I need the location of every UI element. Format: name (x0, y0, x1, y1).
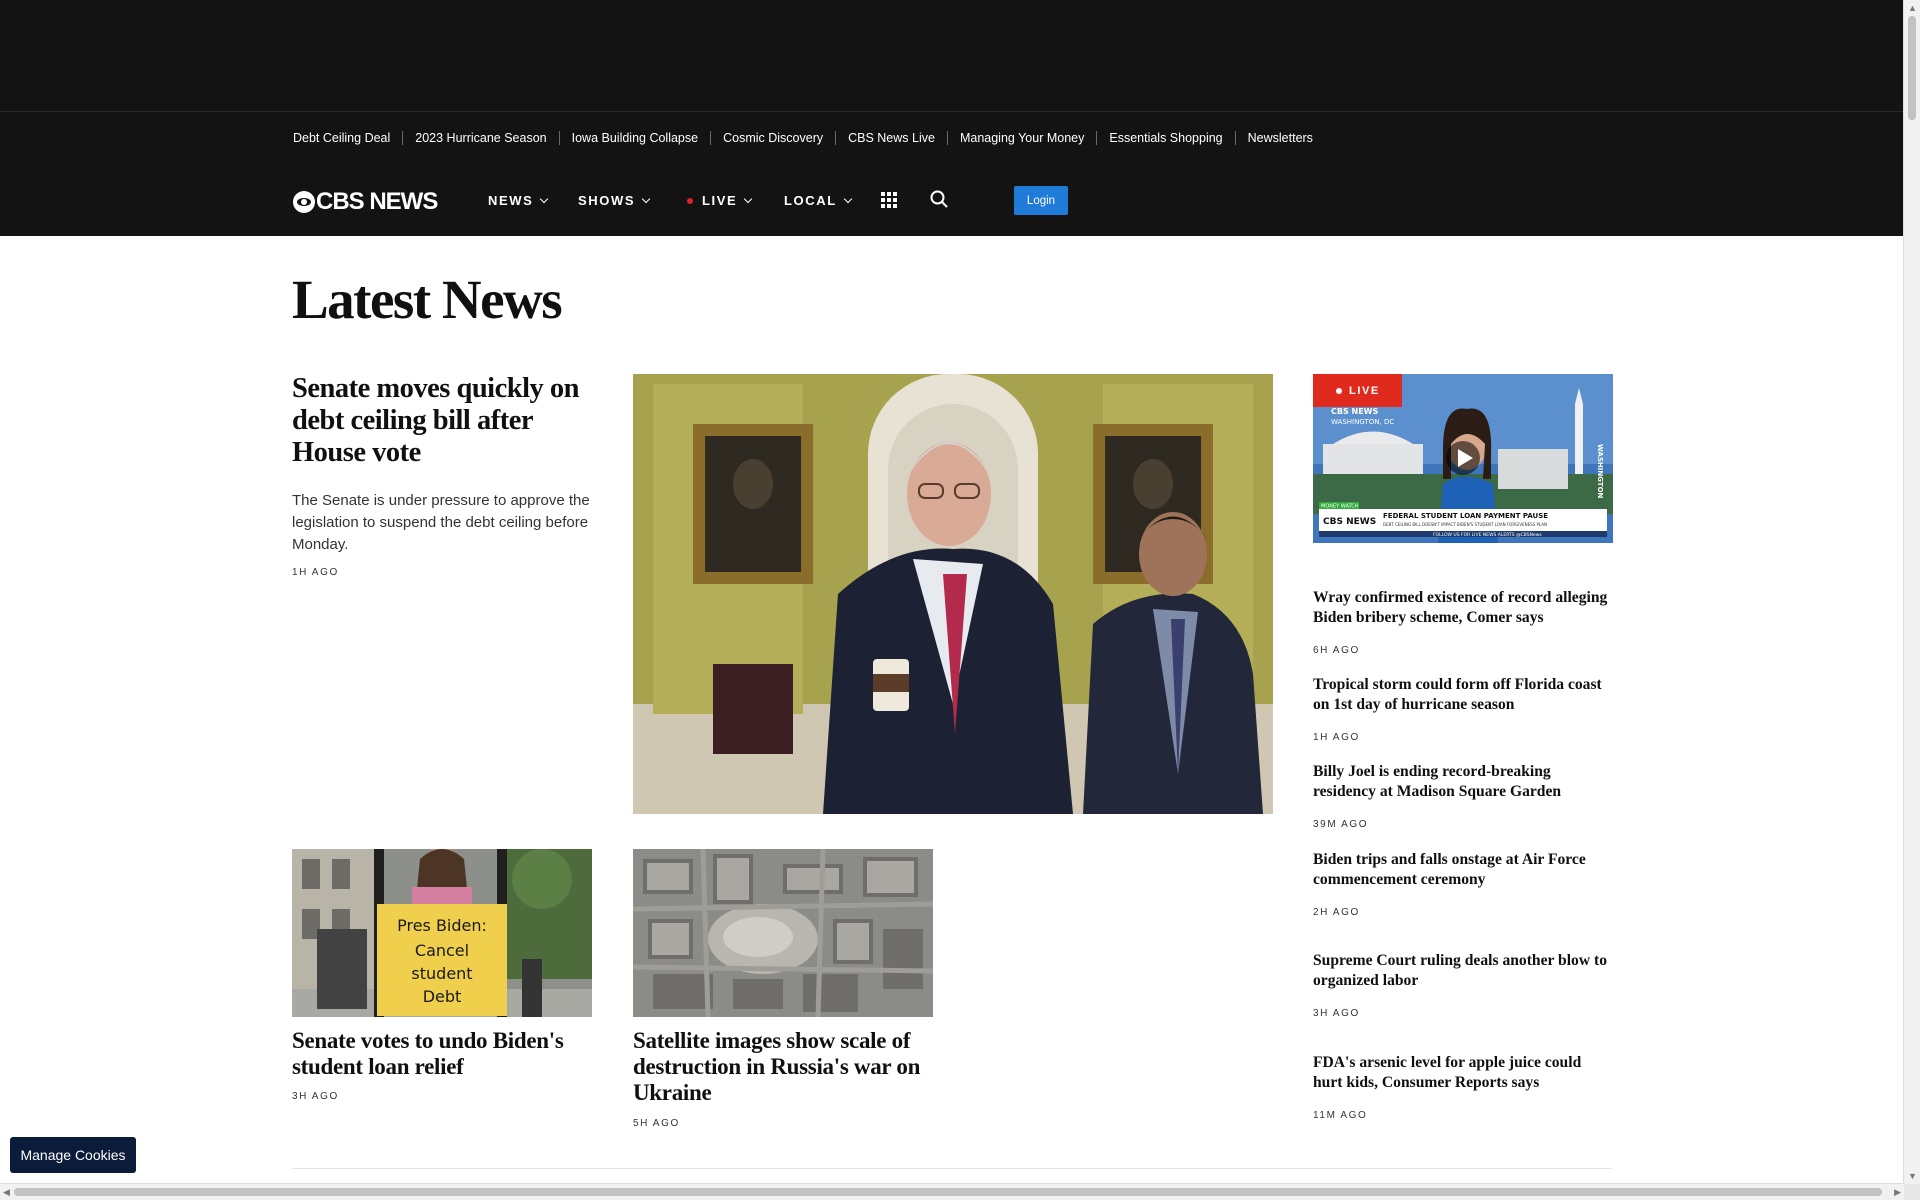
video-side-label: WASHINGTON (1596, 444, 1604, 499)
scroll-down-icon[interactable]: ▼ (1908, 1171, 1917, 1181)
nav-shows[interactable]: SHOWS (578, 193, 651, 208)
card-timestamp: 5H AGO (633, 1118, 680, 1129)
vertical-scrollbar[interactable]: ▲ ▼ (1903, 0, 1920, 1184)
card-headline[interactable]: Satellite images show scale of destructi… (633, 1028, 933, 1106)
trending-link[interactable]: 2023 Hurricane Season (402, 131, 558, 145)
login-button[interactable]: Login (1014, 186, 1068, 215)
lower-third-title: FEDERAL STUDENT LOAN PAYMENT PAUSE (1383, 512, 1548, 520)
ad-banner (0, 0, 1904, 112)
sidebar-headline[interactable]: Billy Joel is ending record-breaking res… (1313, 762, 1613, 802)
live-badge: LIVE (1313, 374, 1402, 407)
sign-line: Pres Biden: (397, 916, 487, 935)
lead-timestamp: 1H AGO (292, 567, 339, 578)
card-headline[interactable]: Senate votes to undo Biden's student loa… (292, 1028, 592, 1080)
sidebar-timestamp: 6H AGO (1313, 645, 1360, 656)
nav-live-label: LIVE (702, 193, 738, 208)
manage-cookies-button[interactable]: Manage Cookies (10, 1137, 136, 1173)
lower-third-logo: CBS NEWS (1323, 517, 1376, 527)
main-nav: CBS NEWS NEWS SHOWS LIVE LOCAL Login (0, 166, 1904, 236)
horizontal-scroll-thumb[interactable] (14, 1188, 1882, 1196)
trending-link[interactable]: CBS News Live (835, 131, 947, 145)
lead-dek: The Senate is under pressure to approve … (292, 492, 590, 553)
video-ticker: FOLLOW US FOR LIVE NEWS ALERTS @CBSNews (1433, 532, 1542, 538)
lead-headline[interactable]: Senate moves quickly on debt ceiling bil… (292, 373, 592, 469)
trending-bar: Debt Ceiling Deal 2023 Hurricane Season … (0, 112, 1904, 166)
sidebar-headline[interactable]: Supreme Court ruling deals another blow … (1313, 951, 1613, 991)
trending-link[interactable]: Managing Your Money (946, 131, 1096, 145)
sidebar-headline[interactable]: Wray confirmed existence of record alleg… (1313, 588, 1613, 628)
sidebar-story[interactable]: Billy Joel is ending record-breaking res… (1313, 762, 1613, 832)
vertical-scroll-thumb[interactable] (1908, 16, 1916, 120)
cbs-eye-icon (293, 191, 315, 213)
nav-news[interactable]: NEWS (488, 193, 549, 208)
live-badge-label: LIVE (1349, 384, 1380, 397)
card-timestamp: 3H AGO (292, 1091, 339, 1102)
sign-line: Cancel (415, 941, 469, 960)
horizontal-scrollbar[interactable]: ◀ ▶ (0, 1183, 1904, 1200)
trending-link[interactable]: Debt Ceiling Deal (293, 131, 402, 145)
chevron-down-icon (744, 194, 753, 203)
live-video-player[interactable]: CBS NEWS WASHINGTON, DC WASHINGTON MONEY… (1313, 374, 1613, 543)
sidebar-timestamp: 2H AGO (1313, 907, 1360, 918)
cbs-news-logo[interactable]: CBS NEWS (293, 188, 438, 216)
nav-shows-label: SHOWS (578, 193, 636, 208)
sidebar-headline[interactable]: Tropical storm could form off Florida co… (1313, 675, 1613, 715)
live-dot-icon (1336, 387, 1342, 394)
sign-line: student (411, 964, 472, 983)
nav-live[interactable]: LIVE (687, 193, 753, 208)
trending-list: Debt Ceiling Deal 2023 Hurricane Season … (293, 131, 1325, 145)
video-location: WASHINGTON, DC (1331, 418, 1394, 426)
sidebar-story[interactable]: Tropical storm could form off Florida co… (1313, 675, 1613, 745)
video-logo: CBS NEWS (1331, 407, 1379, 416)
sidebar-timestamp: 1H AGO (1313, 732, 1360, 743)
card-image-student-loan[interactable]: Pres Biden: Cancel student Debt (292, 849, 592, 1017)
nav-local-label: LOCAL (784, 193, 837, 208)
chevron-down-icon (641, 194, 651, 203)
chevron-down-icon (540, 194, 549, 203)
sidebar-timestamp: 39M AGO (1313, 819, 1369, 830)
chevron-down-icon (843, 194, 853, 203)
lower-third-sub: DEBT CEILING BILL DOESN'T IMPACT BIDEN'S… (1383, 522, 1547, 527)
sidebar-headline[interactable]: Biden trips and falls onstage at Air For… (1313, 850, 1613, 890)
scrollbar-corner (1904, 1184, 1920, 1200)
section-divider (292, 1168, 1612, 1169)
trending-link[interactable]: Newsletters (1234, 131, 1325, 145)
sidebar-story[interactable]: Supreme Court ruling deals another blow … (1313, 951, 1613, 1021)
sign-line: Debt (423, 987, 462, 1006)
page-title: Latest News (292, 269, 563, 330)
lead-image[interactable] (633, 374, 1273, 814)
scroll-up-icon[interactable]: ▲ (1908, 3, 1917, 13)
sidebar-headline[interactable]: FDA's arsenic level for apple juice coul… (1313, 1053, 1613, 1093)
card-image-satellite[interactable] (633, 849, 933, 1017)
search-icon[interactable] (930, 190, 948, 208)
sidebar-timestamp: 11M AGO (1313, 1110, 1368, 1121)
video-tag: MONEY WATCH (1321, 504, 1359, 510)
scroll-left-icon[interactable]: ◀ (3, 1187, 10, 1197)
sidebar-timestamp: 3H AGO (1313, 1008, 1360, 1019)
trending-link[interactable]: Cosmic Discovery (710, 131, 835, 145)
trending-link[interactable]: Essentials Shopping (1096, 131, 1234, 145)
sidebar-story[interactable]: Biden trips and falls onstage at Air For… (1313, 850, 1613, 920)
live-dot-icon (687, 197, 693, 204)
grid-menu-icon[interactable] (881, 192, 897, 208)
logo-text: CBS NEWS (316, 188, 438, 215)
nav-local[interactable]: LOCAL (784, 193, 853, 208)
trending-link[interactable]: Iowa Building Collapse (558, 131, 710, 145)
nav-news-label: NEWS (488, 193, 534, 208)
sidebar-story[interactable]: Wray confirmed existence of record alleg… (1313, 588, 1613, 658)
sidebar-story[interactable]: FDA's arsenic level for apple juice coul… (1313, 1053, 1613, 1123)
scroll-right-icon[interactable]: ▶ (1894, 1187, 1901, 1197)
